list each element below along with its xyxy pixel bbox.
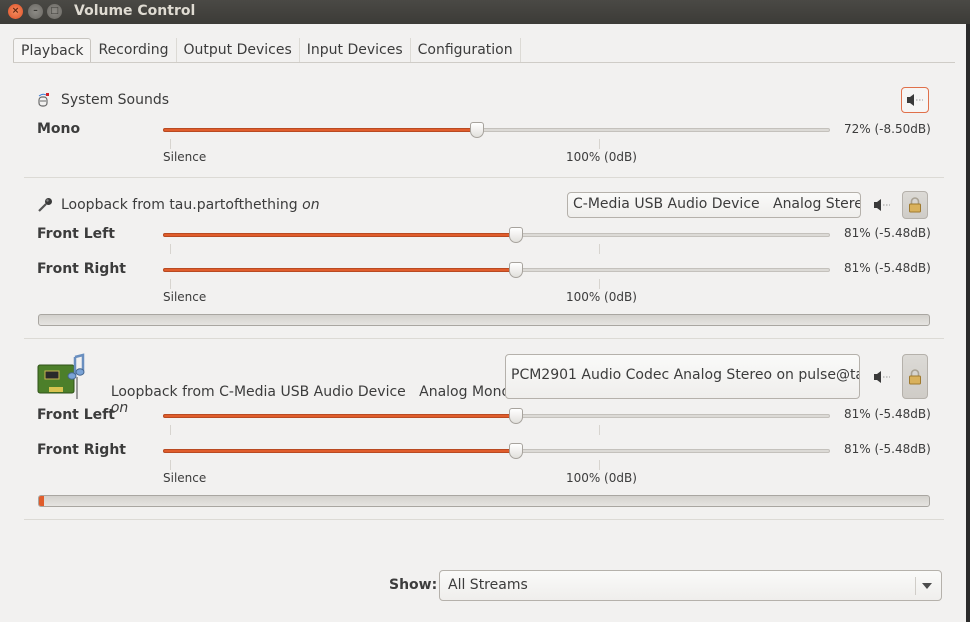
silence-label: Silence xyxy=(163,150,207,164)
stream-title: Loopback from tau.partofthething on xyxy=(61,197,320,213)
tab-input-devices[interactable]: Input Devices xyxy=(300,38,411,63)
slider-thumb[interactable] xyxy=(509,262,524,278)
volume-slider[interactable] xyxy=(163,122,830,138)
channel-label: Front Left xyxy=(37,226,115,242)
channel-label: Front Left xyxy=(37,407,115,423)
slider-fill xyxy=(163,268,517,272)
mute-button[interactable] xyxy=(901,87,929,113)
speaker-icon xyxy=(907,94,923,106)
silence-tick xyxy=(170,139,171,149)
stream-loopback-cmedia: Loopback from C-Media USB Audio Device A… xyxy=(24,339,944,520)
tab-bar: Playback Recording Output Devices Input … xyxy=(13,38,521,63)
slider-thumb[interactable] xyxy=(509,227,524,243)
tab-divider xyxy=(13,62,955,63)
slider-thumb[interactable] xyxy=(469,122,484,138)
slider-fill xyxy=(163,414,517,418)
tab-playback[interactable]: Playback xyxy=(13,38,92,63)
unity-label: 100% (0dB) xyxy=(565,290,637,304)
lock-icon xyxy=(909,197,921,213)
slider-fill xyxy=(163,233,517,237)
unity-tick xyxy=(598,244,600,254)
mute-button[interactable] xyxy=(868,364,896,390)
volume-value: 81% (-5.48dB) xyxy=(844,442,931,456)
unity-tick xyxy=(598,279,600,289)
volume-slider[interactable] xyxy=(163,227,830,243)
lock-channels-button[interactable] xyxy=(902,354,928,399)
stream-title: System Sounds xyxy=(61,92,170,108)
volume-slider[interactable] xyxy=(163,443,830,459)
channel-label: Front Right xyxy=(37,261,126,277)
silence-tick xyxy=(170,244,171,254)
unity-label: 100% (0dB) xyxy=(565,150,637,164)
volume-value: 81% (-5.48dB) xyxy=(844,261,931,275)
volume-value: 72% (-8.50dB) xyxy=(844,122,931,136)
window-title: Volume Control xyxy=(74,3,196,19)
minimize-button[interactable]: – xyxy=(28,4,43,19)
tab-configuration[interactable]: Configuration xyxy=(411,38,521,63)
slider-fill xyxy=(163,128,477,132)
volume-value: 81% (-5.48dB) xyxy=(844,226,931,240)
maximize-button[interactable]: □ xyxy=(47,4,62,19)
stream-loopback-tau: Loopback from tau.partofthething on C-Me… xyxy=(24,178,944,339)
output-device-button[interactable]: C-Media USB Audio Device Analog Stereo xyxy=(567,192,861,218)
title-bar: × – □ Volume Control xyxy=(0,0,970,24)
channel-label: Front Right xyxy=(37,442,126,458)
unity-tick xyxy=(598,425,600,435)
volume-slider[interactable] xyxy=(163,262,830,278)
silence-label: Silence xyxy=(163,471,207,485)
silence-label: Silence xyxy=(163,290,207,304)
slider-thumb[interactable] xyxy=(509,408,524,424)
speaker-icon xyxy=(874,371,890,383)
lock-icon xyxy=(909,368,921,384)
tab-recording[interactable]: Recording xyxy=(91,38,177,63)
speaker-icon xyxy=(874,199,890,211)
stream-name: Loopback from C-Media USB Audio Device A… xyxy=(110,384,511,400)
volume-value: 81% (-5.48dB) xyxy=(844,407,931,421)
volume-slider[interactable] xyxy=(163,408,830,424)
unity-label: 100% (0dB) xyxy=(565,471,637,485)
mute-button[interactable] xyxy=(868,192,896,218)
stream-name: Loopback from tau.partofthething xyxy=(61,197,298,213)
unity-tick xyxy=(598,139,600,149)
channel-label: Mono xyxy=(37,121,81,137)
lock-channels-button[interactable] xyxy=(902,191,928,219)
silence-tick xyxy=(170,425,171,435)
show-selected-value: All Streams xyxy=(448,577,528,593)
show-streams-dropdown[interactable]: All Streams xyxy=(439,570,942,601)
peak-level-meter xyxy=(38,314,930,326)
tab-output-devices[interactable]: Output Devices xyxy=(177,38,300,63)
slider-fill xyxy=(163,449,517,453)
system-sounds-icon xyxy=(37,93,49,107)
desktop-edge xyxy=(966,24,970,622)
sound-card-icon xyxy=(37,353,85,399)
slider-thumb[interactable] xyxy=(509,443,524,459)
on-label: on xyxy=(302,197,320,213)
stream-system-sounds: System Sounds Mono 72% (-8.50dB) Silence… xyxy=(24,84,944,178)
silence-tick xyxy=(170,279,171,289)
output-device-button[interactable]: PCM2901 Audio Codec Analog Stereo on pul… xyxy=(505,354,860,399)
microphone-icon xyxy=(37,197,53,213)
unity-tick xyxy=(598,460,600,470)
dropdown-separator xyxy=(915,577,916,595)
peak-level-meter xyxy=(38,495,930,507)
chevron-down-icon xyxy=(922,583,932,589)
close-button[interactable]: × xyxy=(8,4,23,19)
silence-tick xyxy=(170,460,171,470)
level-fill xyxy=(39,496,45,506)
show-label: Show: xyxy=(389,577,438,593)
